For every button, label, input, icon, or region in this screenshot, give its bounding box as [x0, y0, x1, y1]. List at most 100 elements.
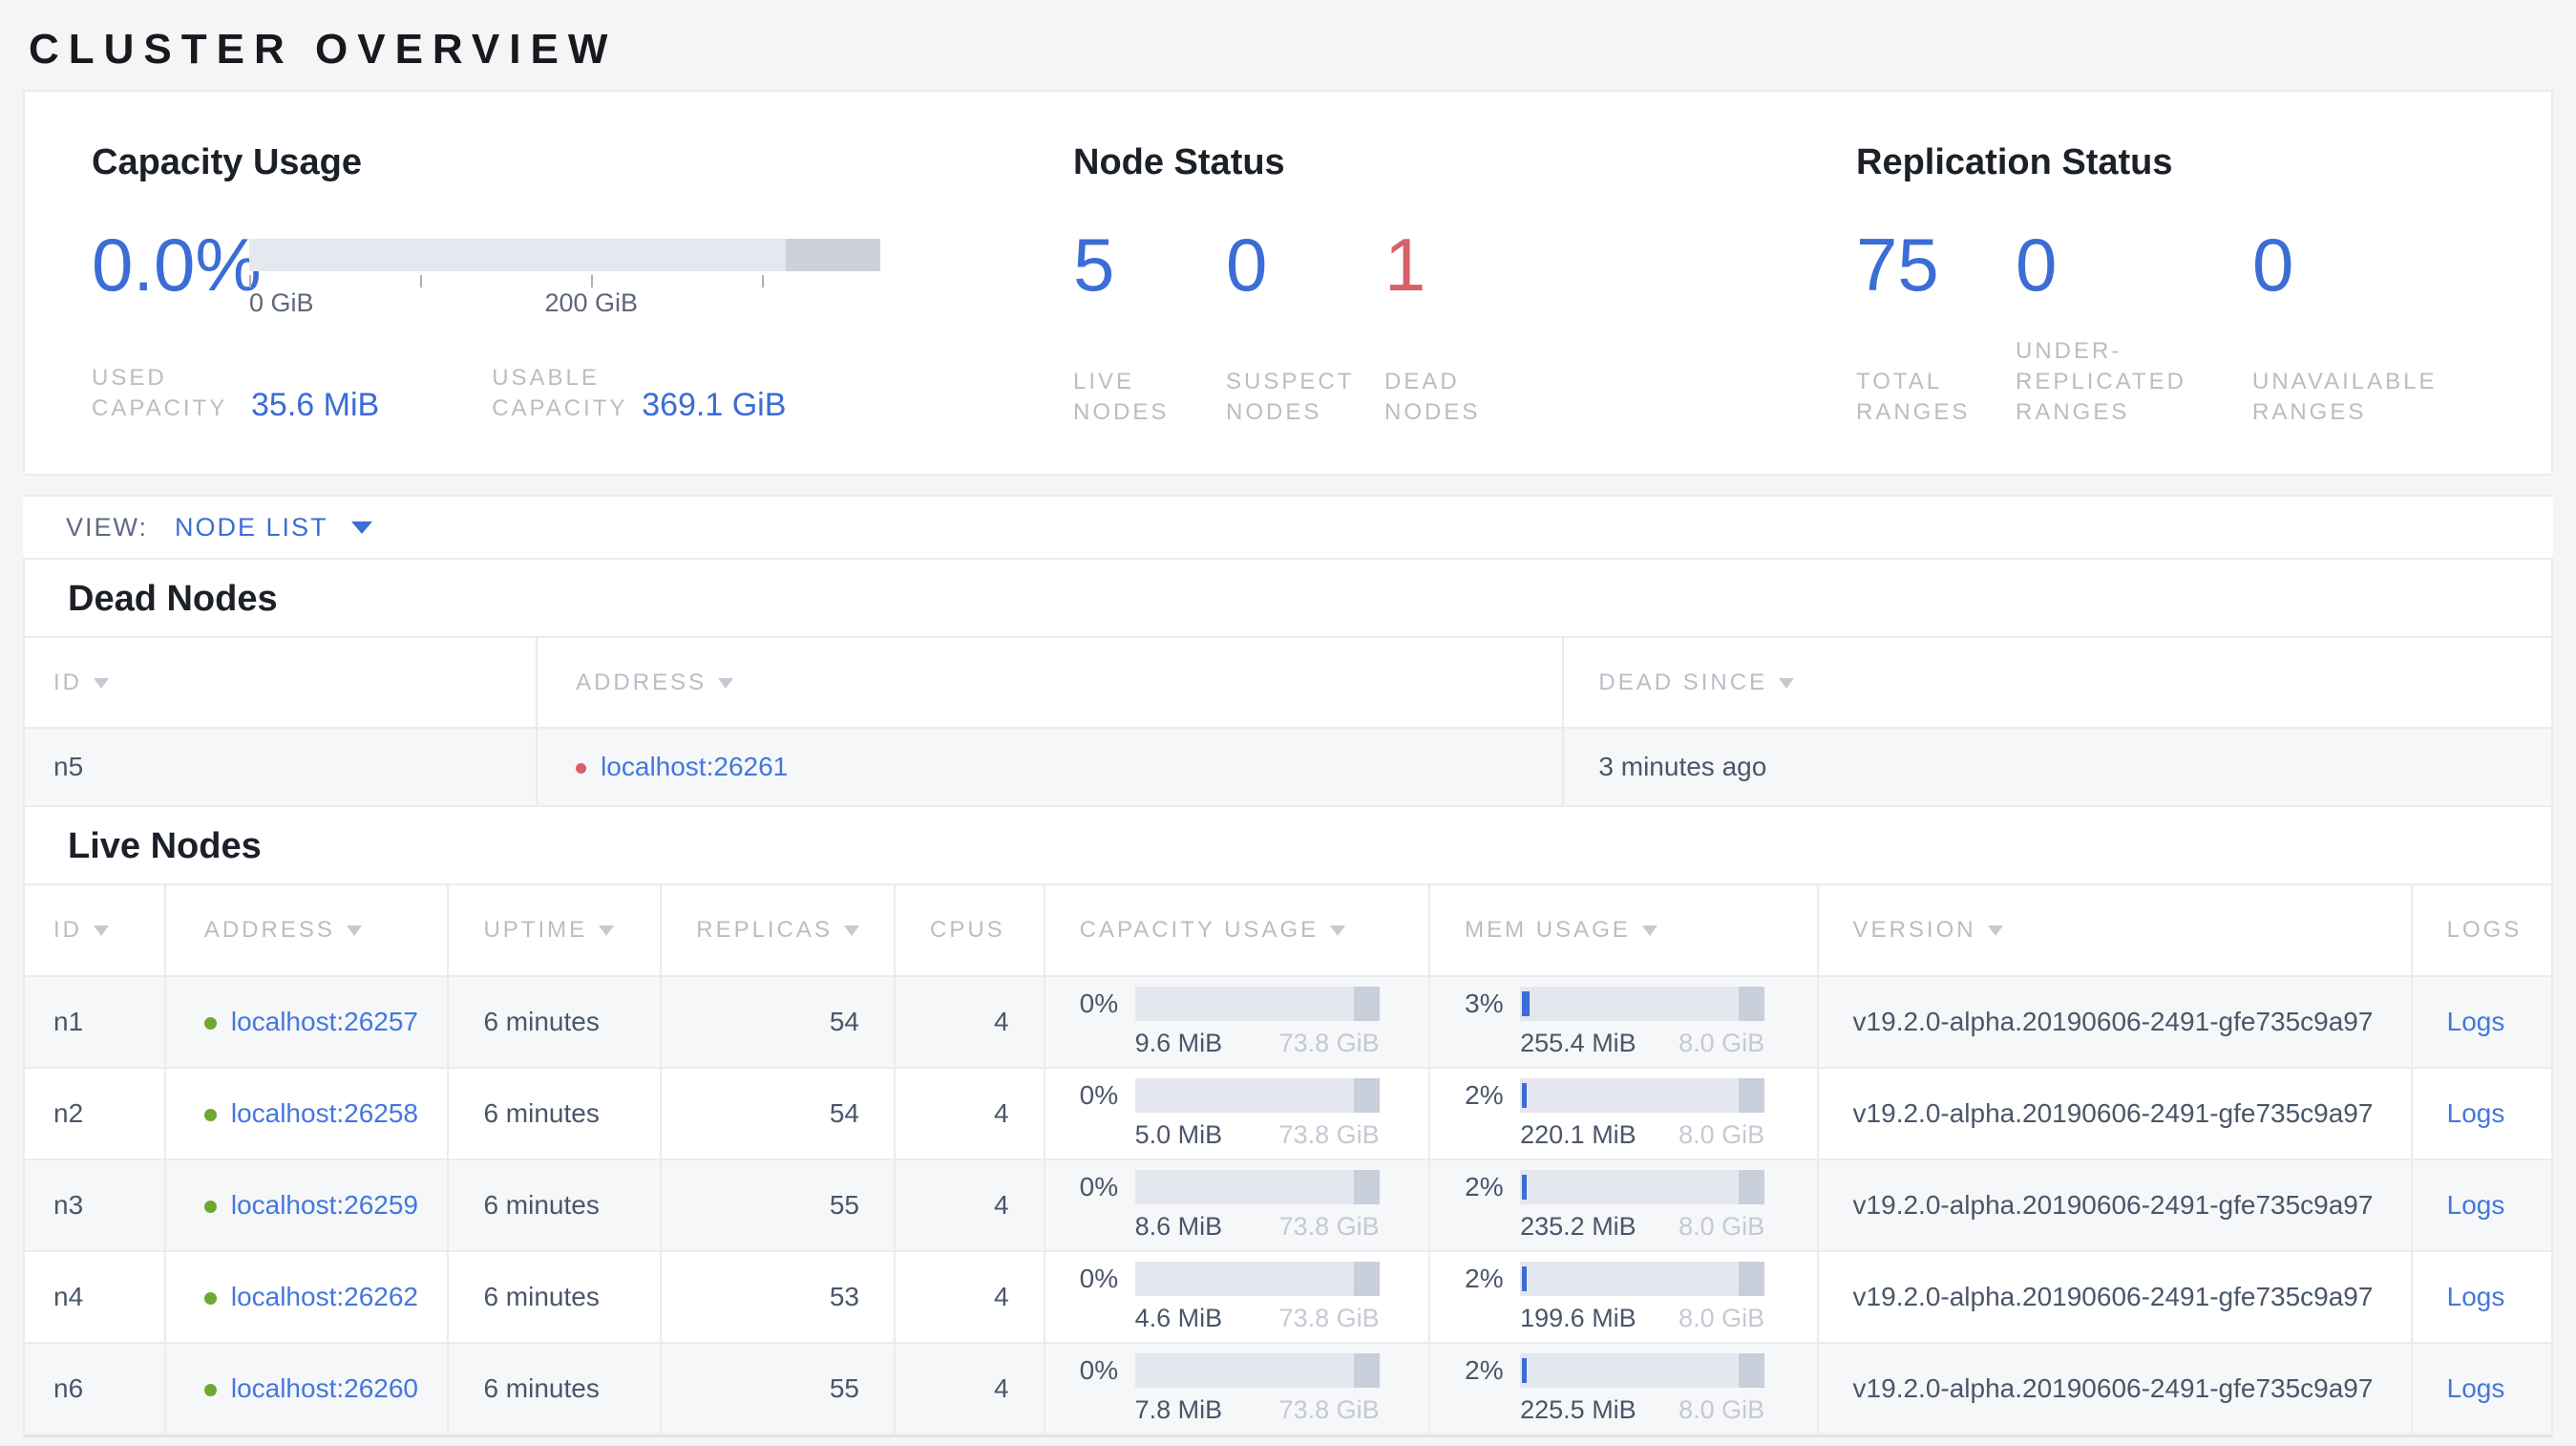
live-node-id: n1	[25, 976, 166, 1069]
live-node-row: n4 localhost:26262 6 minutes 53 4 0% 4.6…	[25, 1251, 2551, 1344]
view-mode-dropdown[interactable]: NODE LIST	[175, 513, 328, 542]
dead-col-header-dead-since[interactable]: DEAD SINCE	[1563, 636, 2551, 729]
mem-other-segment	[1739, 1077, 1765, 1113]
mem-mini-bar	[1520, 1261, 1765, 1296]
live-node-uptime: 6 minutes	[448, 1251, 663, 1344]
live-node-uptime: 6 minutes	[448, 976, 663, 1069]
axis-tick-label: 0 GiB	[249, 288, 314, 317]
mem-used-value: 255.4 MiB	[1520, 1028, 1636, 1057]
logs-link[interactable]: Logs	[2447, 1007, 2505, 1036]
live-node-address-cell: localhost:26257	[164, 976, 450, 1069]
capacity-used-value: 8.6 MiB	[1134, 1211, 1223, 1241]
mem-usage-cell: 2% 199.6 MiB 8.0 GiB	[1429, 1251, 1819, 1344]
live-node-replicas: 53	[661, 1251, 896, 1344]
live-node-address-link[interactable]: localhost:26258	[231, 1098, 418, 1128]
logs-link[interactable]: Logs	[2447, 1190, 2505, 1220]
sort-desc-icon	[94, 677, 109, 689]
mem-other-segment	[1739, 1261, 1765, 1296]
capacity-used-value: 9.6 MiB	[1134, 1028, 1223, 1057]
capacity-mini-bar	[1134, 1077, 1380, 1113]
logs-link[interactable]: Logs	[2447, 1098, 2505, 1128]
dead-nodes-table: ID ADDRESS DEAD SINCE n5 localhost:26261…	[25, 636, 2551, 807]
live-node-logs-cell: Logs	[2411, 976, 2551, 1069]
chevron-down-icon[interactable]	[350, 521, 372, 534]
capacity-other-segment	[1353, 1077, 1380, 1113]
cluster-summary-panel: Capacity Usage 0.0% 0 GiB 200 GiB USED C…	[23, 90, 2553, 476]
total-ranges-count: 75	[1856, 223, 1939, 307]
live-node-version: v19.2.0-alpha.20190606-2491-gfe735c9a97	[1817, 1251, 2413, 1344]
unavailable-ranges-label: UNAVAILABLE RANGES	[2252, 369, 2438, 425]
capacity-mini-bar	[1134, 1352, 1380, 1388]
mem-other-segment	[1739, 1352, 1765, 1388]
live-node-row: n6 localhost:26260 6 minutes 55 4 0% 7.8…	[25, 1343, 2551, 1435]
capacity-other-segment	[1353, 1261, 1380, 1296]
dead-node-address-link[interactable]: localhost:26261	[601, 752, 788, 781]
replication-status-section: Replication Status 75 0 0 TOTAL RANGES U…	[1856, 139, 2484, 474]
live-node-logs-cell: Logs	[2411, 1251, 2551, 1344]
mem-usage-cell: 2% 225.5 MiB 8.0 GiB	[1429, 1343, 1819, 1435]
sort-desc-icon	[1779, 677, 1795, 689]
logs-link[interactable]: Logs	[2447, 1373, 2505, 1403]
live-node-id: n4	[25, 1251, 166, 1344]
usable-capacity-label: USABLE CAPACITY	[492, 365, 628, 421]
logs-link[interactable]: Logs	[2447, 1282, 2505, 1311]
live-node-replicas: 54	[661, 976, 896, 1069]
live-col-header-version[interactable]: VERSION	[1817, 883, 2413, 977]
live-node-address-link[interactable]: localhost:26259	[231, 1190, 418, 1220]
live-status-dot-icon	[203, 1109, 217, 1122]
capacity-bar-chart: 0 GiB 200 GiB	[249, 239, 880, 317]
capacity-percent: 0%	[1079, 988, 1119, 1018]
live-nodes-heading: Live Nodes	[68, 826, 262, 866]
unavailable-ranges-count: 0	[2252, 223, 2294, 307]
live-node-cpus: 4	[894, 1343, 1045, 1435]
capacity-other-segment	[1353, 1352, 1380, 1388]
capacity-usage-title: Capacity Usage	[92, 142, 363, 182]
mem-mini-bar	[1520, 986, 1765, 1021]
sort-desc-icon	[1641, 925, 1658, 937]
live-node-cpus: 4	[894, 1159, 1045, 1252]
mem-used-segment	[1522, 1265, 1528, 1291]
nodes-panel: Dead Nodes ID ADDRESS DEAD SINCE n5 loca…	[23, 560, 2553, 1437]
dead-node-row: n5 localhost:26261 3 minutes ago	[25, 728, 2551, 807]
mem-used-segment	[1522, 1082, 1528, 1108]
mem-other-segment	[1739, 1169, 1765, 1204]
dead-col-header-id[interactable]: ID	[25, 636, 538, 729]
replication-status-title: Replication Status	[1856, 142, 2173, 182]
live-node-replicas: 54	[661, 1068, 896, 1160]
mem-total-value: 8.0 GiB	[1679, 1394, 1765, 1424]
used-capacity-value: 35.6 MiB	[251, 387, 380, 423]
sort-desc-icon	[1987, 925, 2003, 937]
live-col-header-address[interactable]: ADDRESS	[164, 883, 450, 977]
live-node-uptime: 6 minutes	[448, 1159, 663, 1252]
live-col-header-mem-usage[interactable]: MEM USAGE	[1429, 883, 1819, 977]
mem-used-value: 220.1 MiB	[1520, 1119, 1636, 1149]
mem-used-value: 199.6 MiB	[1520, 1303, 1636, 1332]
capacity-usage-cell: 0% 7.8 MiB 73.8 GiB	[1044, 1343, 1431, 1435]
live-col-header-replicas[interactable]: REPLICAS	[661, 883, 896, 977]
dead-status-dot-icon	[576, 763, 587, 775]
live-col-header-uptime[interactable]: UPTIME	[448, 883, 663, 977]
mem-percent: 2%	[1465, 1171, 1504, 1201]
axis-tick-label: 200 GiB	[544, 288, 639, 317]
dead-nodes-count: 1	[1384, 223, 1426, 307]
live-node-version: v19.2.0-alpha.20190606-2491-gfe735c9a97	[1817, 976, 2413, 1069]
live-node-cpus: 4	[894, 1251, 1045, 1344]
live-col-header-capacity-usage[interactable]: CAPACITY USAGE	[1044, 883, 1431, 977]
live-node-address-link[interactable]: localhost:26257	[231, 1007, 418, 1036]
sort-desc-icon	[599, 925, 615, 937]
live-node-address-link[interactable]: localhost:26262	[231, 1282, 418, 1311]
capacity-percent: 0%	[1079, 1171, 1119, 1201]
mem-used-segment	[1522, 990, 1530, 1016]
mem-other-segment	[1739, 986, 1765, 1021]
usable-capacity-value: 369.1 GiB	[642, 387, 787, 423]
live-nodes-count: 5	[1073, 223, 1115, 307]
live-col-header-id[interactable]: ID	[25, 883, 166, 977]
mem-used-value: 235.2 MiB	[1520, 1211, 1636, 1241]
total-ranges-label: TOTAL RANGES	[1856, 369, 1971, 425]
live-node-address-link[interactable]: localhost:26260	[231, 1373, 418, 1403]
dead-col-header-address[interactable]: ADDRESS	[537, 636, 1565, 729]
live-node-row: n2 localhost:26258 6 minutes 54 4 0% 5.0…	[25, 1068, 2551, 1160]
capacity-usage-section: Capacity Usage 0.0% 0 GiB 200 GiB USED C…	[92, 139, 1073, 474]
live-node-id: n6	[25, 1343, 166, 1435]
live-node-id: n2	[25, 1068, 166, 1160]
